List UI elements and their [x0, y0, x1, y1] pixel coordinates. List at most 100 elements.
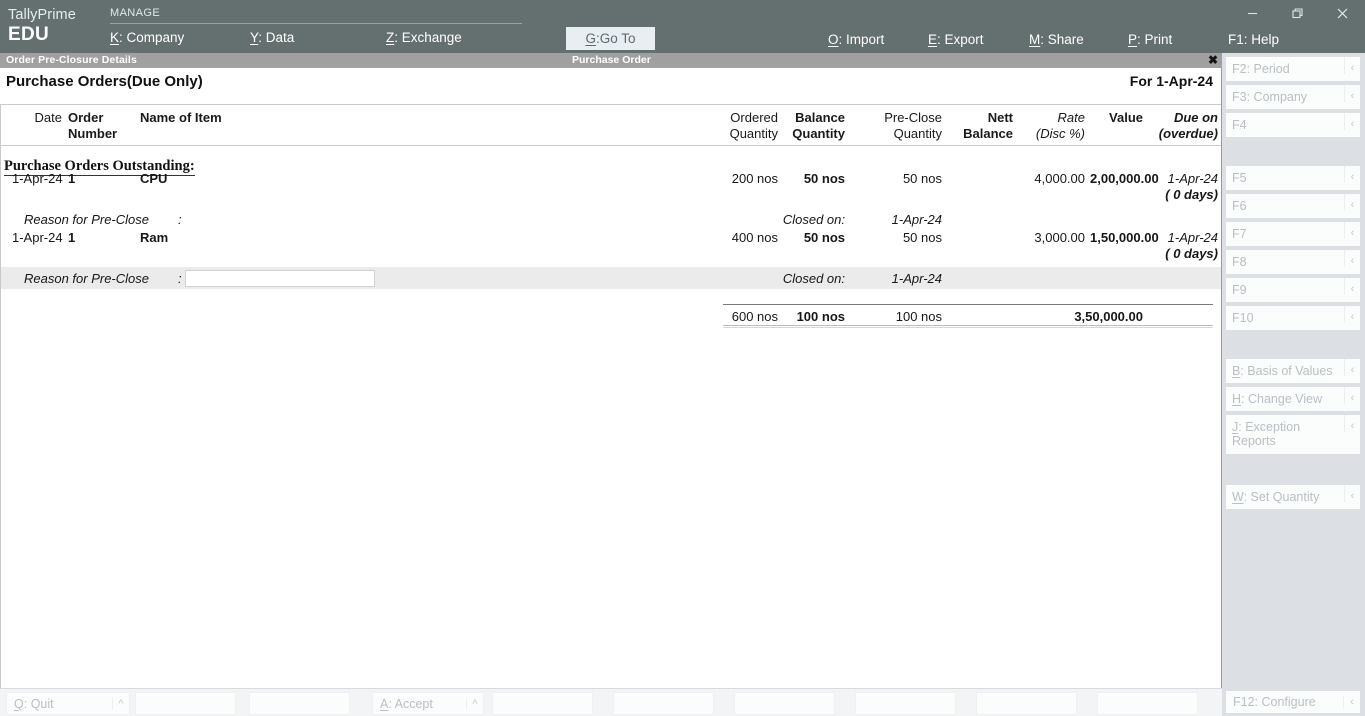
bottom-button-slot-9 — [976, 692, 1077, 715]
restore-button[interactable] — [1275, 0, 1320, 26]
menu-sep: : — [394, 30, 402, 45]
menu-item-exchange[interactable]: Z: Exchange — [386, 30, 462, 45]
go-to-button[interactable]: G: Go To — [566, 27, 655, 50]
column-header-rate-disc: Rate (Disc %) — [1018, 110, 1085, 142]
panel-button-company[interactable]: F3: Company ‹ — [1226, 85, 1360, 109]
reason-for-pre-close-label: Reason for Pre-Close — [24, 271, 149, 286]
panel-button-f7[interactable]: F7 ‹ — [1226, 222, 1360, 246]
panel-button-sep: : — [1246, 62, 1254, 76]
panel-button-label: F2: Period — [1226, 57, 1344, 76]
close-report-icon[interactable]: ✖ — [1208, 52, 1218, 68]
manage-group: MANAGE — [110, 6, 525, 24]
chevron-left-icon: ‹ — [1344, 415, 1360, 432]
column-header-name-of-item: Name of Item — [140, 110, 340, 126]
closed-on-label: Closed on: — [782, 271, 845, 286]
menu-label: Data — [265, 30, 295, 45]
panel-button-label: F6 — [1226, 194, 1344, 213]
panel-button-key: F10 — [1232, 311, 1254, 325]
closed-on-label: Closed on: — [782, 212, 845, 227]
panel-button-basis-of-values[interactable]: B: Basis of Values ‹ — [1226, 359, 1360, 383]
row-ordered-quantity: 400 nos — [731, 230, 778, 245]
row-overdue: ( 0 days) — [1165, 246, 1218, 261]
total-rule-bottom-2 — [723, 327, 1213, 328]
panel-button-label: J: Exception Reports — [1226, 415, 1344, 448]
report-left-border — [0, 104, 1, 688]
panel-button-set-quantity[interactable]: W: Set Quantity ‹ — [1226, 485, 1360, 509]
panel-button-f10[interactable]: F10 ‹ — [1226, 306, 1360, 330]
header-action-print[interactable]: P: Print — [1128, 32, 1172, 47]
column-header-balance-quantity: Balance Quantity — [783, 110, 845, 142]
column-header-line1: Ordered — [730, 110, 778, 125]
row-value: 2,00,000.00 — [1090, 171, 1159, 186]
panel-button-text: Company — [1253, 90, 1308, 104]
panel-button-period[interactable]: F2: Period ‹ — [1226, 57, 1360, 81]
panel-button-f4[interactable]: F4 ‹ — [1226, 113, 1360, 137]
minimize-icon — [1248, 12, 1257, 14]
bottom-button-text: Accept — [394, 696, 433, 711]
bottom-button-label: Q: Quit — [7, 697, 112, 711]
chevron-left-icon: ‹ — [1344, 387, 1360, 404]
report-body: Purchase Orders(Due Only) For 1-Apr-24 D… — [0, 68, 1222, 688]
row-pre-close-quantity: 50 nos — [902, 171, 942, 186]
bottom-button-accept[interactable]: A: Accept ^ — [372, 692, 484, 715]
total-value: 3,50,000.00 — [1074, 309, 1143, 324]
menu-sep: : — [258, 30, 266, 45]
header-action-export[interactable]: E: Export — [928, 32, 984, 47]
column-header-line1: Nett — [987, 110, 1013, 125]
column-header-line1: Rate — [1057, 110, 1085, 125]
panel-button-label: F5 — [1226, 166, 1344, 185]
row-pre-close-quantity: 50 nos — [902, 230, 942, 245]
panel-button-text: Basis of Values — [1247, 364, 1333, 378]
panel-button-label: F10 — [1226, 306, 1344, 325]
row-order-number: 1 — [68, 230, 76, 245]
menu-item-company[interactable]: K: Company — [110, 30, 184, 45]
column-header-line1: Name of Item — [140, 110, 222, 125]
row-item-name: Ram — [140, 230, 169, 245]
column-header-line1: Pre-Close — [884, 110, 942, 125]
chevron-left-icon: ‹ — [1344, 278, 1360, 295]
menu-item-data[interactable]: Y: Data — [250, 30, 294, 45]
panel-button-exception-reports[interactable]: J: Exception Reports ‹ — [1226, 415, 1360, 454]
bottom-button-quit[interactable]: Q: Quit ^ — [6, 692, 130, 715]
header-action-help[interactable]: F1: Help — [1228, 32, 1279, 47]
caret-up-icon: ^ — [466, 697, 483, 710]
panel-button-sep: : — [1243, 490, 1251, 504]
panel-button-text: Change View — [1247, 392, 1323, 406]
menu-label: Exchange — [401, 30, 462, 45]
page-title: Purchase Orders(Due Only) — [6, 73, 203, 90]
restore-icon — [1292, 7, 1303, 18]
f12-configure-button[interactable]: F12: Configure ‹ — [1226, 691, 1360, 713]
panel-button-label: W: Set Quantity — [1226, 485, 1344, 504]
row-overdue: ( 0 days) — [1165, 187, 1218, 202]
header-action-import[interactable]: O: Import — [828, 32, 884, 47]
column-header-line2: (Disc %) — [1035, 126, 1085, 141]
column-header-line2: Quantity — [893, 126, 942, 141]
row-rate: 3,000.00 — [1034, 230, 1085, 245]
row-date: 1-Apr-24 — [12, 230, 63, 245]
top-header: TallyPrime EDU MANAGE K: Company Y: Data Z… — [0, 0, 1365, 53]
panel-button-f8[interactable]: F8 ‹ — [1226, 250, 1360, 274]
total-balance-quantity: 100 nos — [796, 309, 845, 324]
minimize-button[interactable] — [1230, 0, 1275, 26]
row-item-name: CPU — [140, 171, 168, 186]
panel-button-f6[interactable]: F6 ‹ — [1226, 194, 1360, 218]
panel-button-f9[interactable]: F9 ‹ — [1226, 278, 1360, 302]
panel-button-sep: : — [1246, 90, 1254, 104]
column-header-line2: (overdue) — [1158, 126, 1218, 141]
panel-button-label: H: Change View — [1226, 387, 1344, 406]
panel-button-f5[interactable]: F5 ‹ — [1226, 166, 1360, 190]
row-due-on: 1-Apr-24 — [1167, 230, 1218, 245]
brand-edition: EDU — [8, 24, 50, 45]
chevron-left-icon: ‹ — [1344, 194, 1360, 211]
panel-button-key: F2 — [1232, 62, 1247, 76]
panel-button-change-view[interactable]: H: Change View ‹ — [1226, 387, 1360, 411]
menu-key: Z — [386, 30, 395, 45]
header-action-share[interactable]: M: Share — [1029, 32, 1084, 47]
column-header-nett-balance: Nett Balance — [948, 110, 1013, 142]
panel-button-label: F3: Company — [1226, 85, 1344, 104]
chevron-left-icon: ‹ — [1344, 306, 1360, 323]
close-button[interactable] — [1320, 0, 1365, 26]
reason-for-pre-close-input[interactable] — [185, 270, 375, 287]
right-button-panel: F2: Period ‹ F3: Company ‹ F4 ‹ F5 ‹ F6 ‹ F7 ‹ F8 ‹ F9… — [1222, 53, 1365, 716]
tallyprime-window: TallyPrime EDU MANAGE K: Company Y: Data Z… — [0, 0, 1365, 716]
